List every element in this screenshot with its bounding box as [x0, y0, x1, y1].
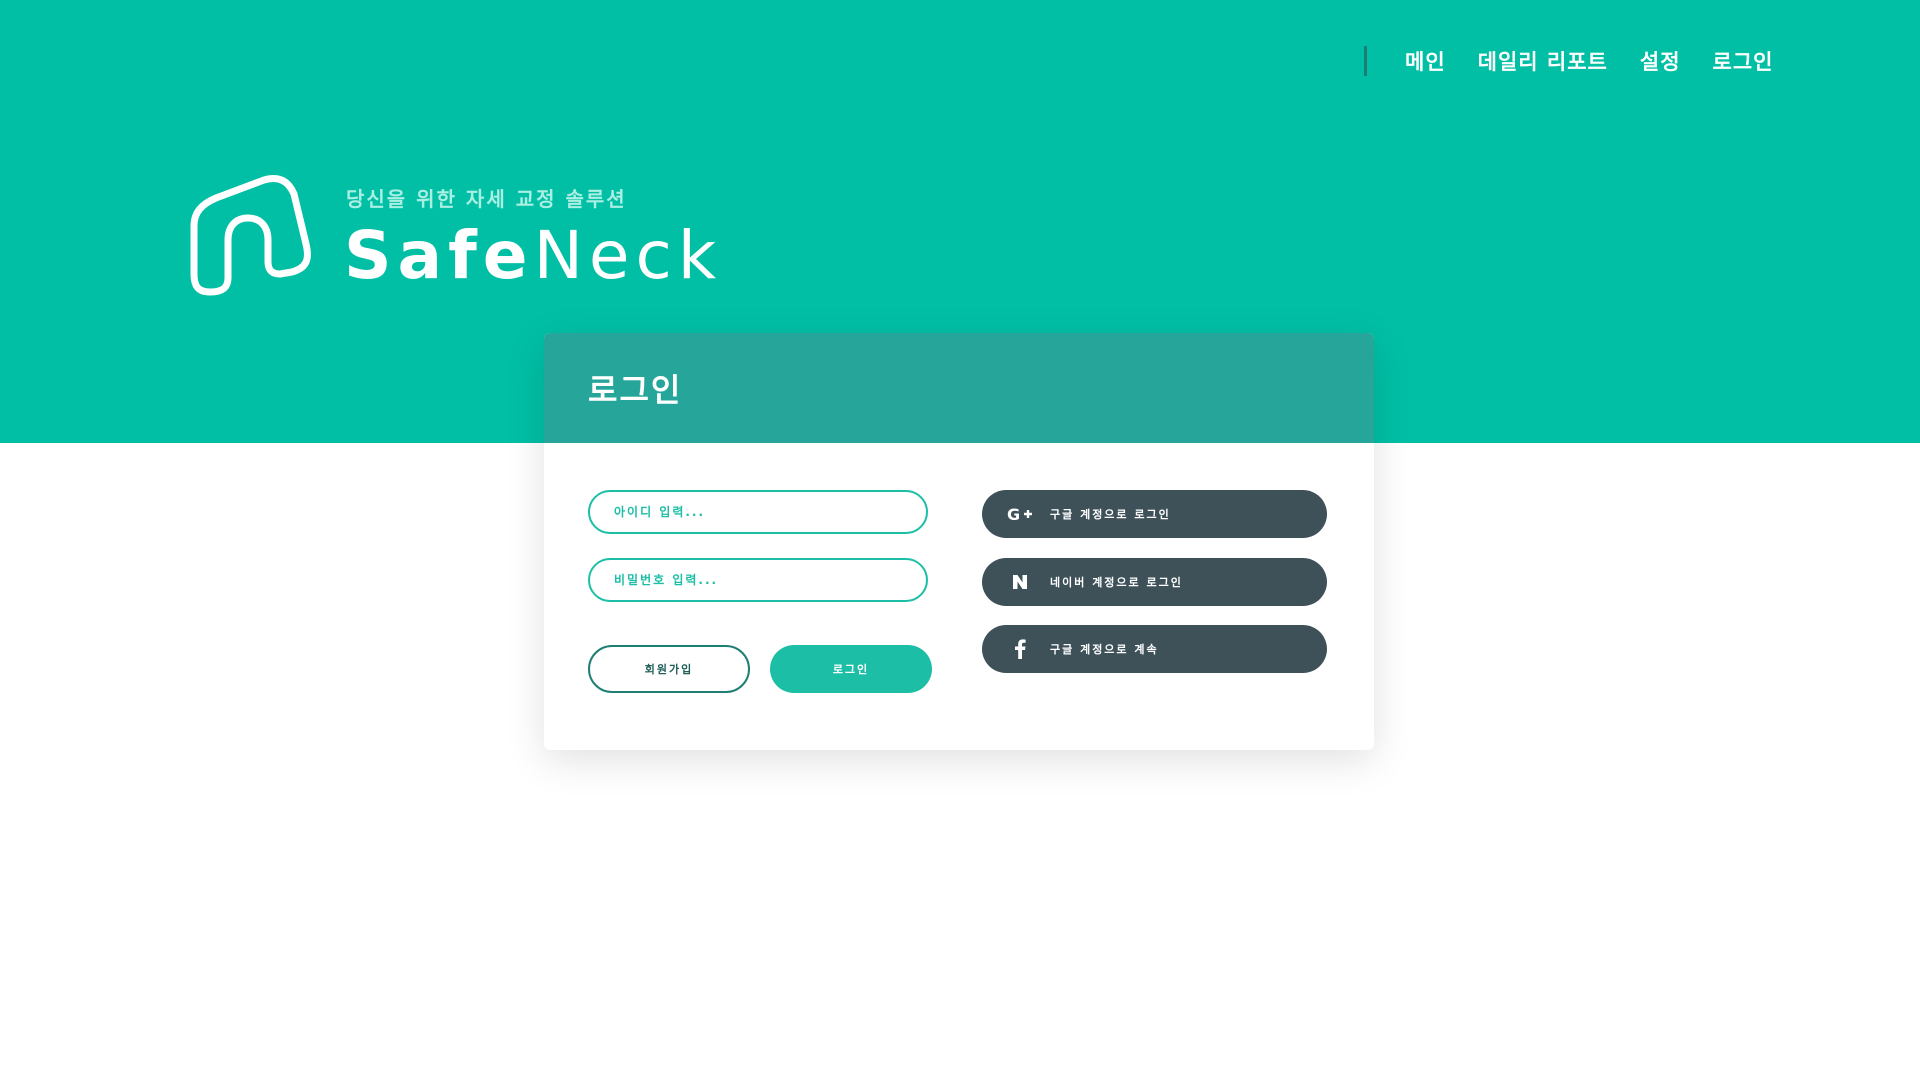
- nav-item-daily-report[interactable]: 데일리 리포트: [1478, 46, 1608, 76]
- svg-text:G: G: [1007, 506, 1020, 522]
- nav-item-login[interactable]: 로그인: [1713, 46, 1774, 76]
- brand-name-bold: Safe: [344, 217, 534, 294]
- safeneck-logo-icon: [190, 175, 311, 296]
- naver-login-button[interactable]: 네이버 계정으로 로그인: [982, 558, 1327, 606]
- facebook-login-label: 구글 계정으로 계속: [1050, 643, 1159, 656]
- google-login-label: 구글 계정으로 로그인: [1050, 508, 1171, 521]
- brand-tagline: 당신을 위한 자세 교정 솔루션: [346, 187, 627, 211]
- nav-divider: [1364, 46, 1367, 76]
- google-plus-icon: G: [1004, 506, 1036, 522]
- login-card-header: 로그인: [544, 333, 1374, 443]
- naver-icon: [1004, 574, 1036, 590]
- top-nav: 메인 데일리 리포트 설정 로그인: [1364, 44, 1773, 78]
- brand-name-light: Neck: [533, 217, 723, 294]
- nav-item-settings[interactable]: 설정: [1640, 46, 1681, 76]
- google-login-button[interactable]: G 구글 계정으로 로그인: [982, 490, 1327, 538]
- id-input[interactable]: [588, 490, 928, 534]
- facebook-login-button[interactable]: 구글 계정으로 계속: [982, 625, 1327, 673]
- nav-item-main[interactable]: 메인: [1405, 46, 1446, 76]
- brand-name: SafeNeck: [344, 218, 722, 294]
- login-title: 로그인: [588, 371, 683, 409]
- login-card: 로그인 회원가입 로그인 G 구글 계정으로 로그인 네이버 계정으로 로그인 …: [544, 333, 1374, 750]
- naver-login-label: 네이버 계정으로 로그인: [1050, 576, 1183, 589]
- password-input[interactable]: [588, 558, 928, 602]
- facebook-icon: [1004, 639, 1036, 659]
- login-button[interactable]: 로그인: [770, 645, 932, 693]
- signup-button[interactable]: 회원가입: [588, 645, 750, 693]
